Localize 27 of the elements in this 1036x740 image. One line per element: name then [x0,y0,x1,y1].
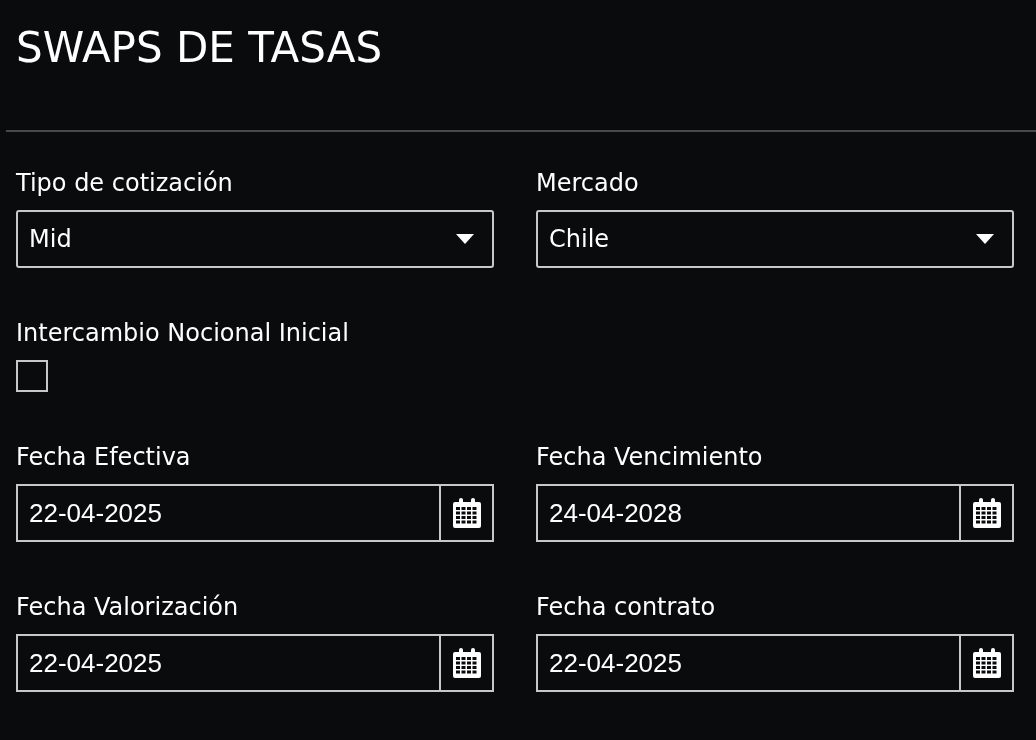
checkbox[interactable] [16,360,48,392]
dropdown-value: Mid [29,224,72,255]
calendar-icon [451,647,482,679]
calendar-button[interactable] [441,634,494,692]
date-field[interactable]: 22-04-2025 [16,634,441,692]
field-label: Intercambio Nocional Inicial [16,318,349,348]
field-label: Fecha Vencimiento [536,442,763,472]
field-label: Fecha Efectiva [16,442,191,472]
calendar-icon [971,647,1002,679]
date-field[interactable]: 22-04-2025 [16,484,441,542]
field-label: Fecha contrato [536,592,716,622]
field-label: Mercado [536,168,639,198]
calendar-button[interactable] [961,484,1014,542]
date-field[interactable]: 22-04-2025 [536,634,961,692]
date-field[interactable]: 24-04-2028 [536,484,961,542]
calendar-button[interactable] [441,484,494,542]
dropdown[interactable]: Chile [536,210,1014,268]
dropdown[interactable]: Mid [16,210,494,268]
field-label: Fecha Valorización [16,592,239,622]
calendar-icon [971,497,1002,529]
caret-icon [976,234,994,244]
field-label: Tipo de cotización [16,168,233,198]
calendar-button[interactable] [961,634,1014,692]
page-title: SWAPS DE TASAS [16,22,383,74]
caret-icon [456,234,474,244]
calendar-icon [451,497,482,529]
dropdown-value: Chile [549,224,610,255]
